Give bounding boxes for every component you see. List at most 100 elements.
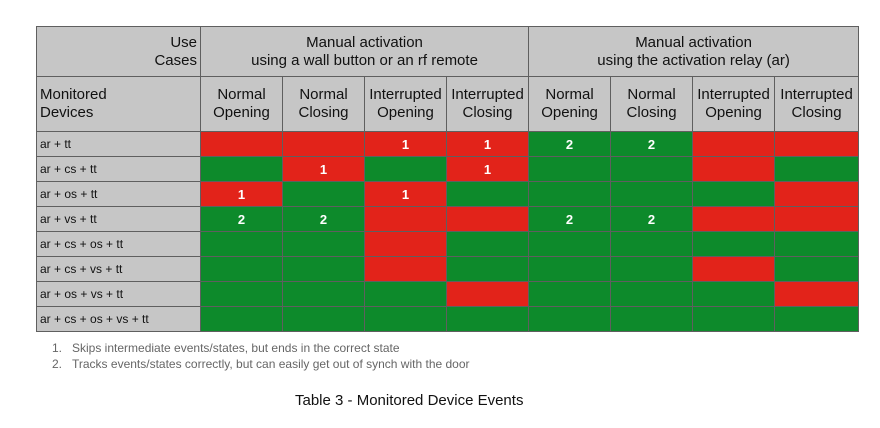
column-header-line2: Opening	[705, 104, 762, 121]
status-cell-green	[364, 306, 447, 332]
status-cell-red	[692, 156, 776, 182]
status-cell-red	[692, 256, 776, 282]
column-header: Interrupted Opening	[364, 76, 447, 132]
status-cell-red: 1	[282, 156, 365, 182]
row-label: ar + cs + tt	[36, 156, 201, 182]
status-cell-green	[528, 256, 612, 282]
status-cell-green	[528, 281, 612, 307]
status-cell-green	[445, 306, 530, 332]
status-cell-green	[692, 281, 776, 307]
status-cell-green	[445, 231, 530, 257]
header-row-groups: Use Cases Manual activation using a wall…	[36, 26, 860, 77]
status-cell-green: 2	[528, 206, 612, 232]
status-cell-red: 1	[445, 156, 530, 182]
column-header: Normal Opening	[528, 76, 612, 132]
table-row: ar + cs + os + vs + tt	[36, 306, 860, 332]
column-header-line2: Closing	[626, 104, 677, 121]
table-row: ar + vs + tt 2 2 2 2	[36, 206, 860, 232]
status-cell-red: 1	[364, 181, 447, 207]
use-cases-header: Use Cases	[36, 26, 201, 77]
status-cell-red	[445, 206, 530, 232]
status-cell-green	[692, 181, 776, 207]
column-header-line1: Normal	[545, 86, 594, 103]
status-cell-green	[692, 306, 776, 332]
status-cell-red	[282, 131, 365, 157]
column-header-line2: Closing	[791, 104, 842, 121]
status-cell-red: 1	[445, 131, 530, 157]
row-label: ar + tt	[36, 131, 201, 157]
status-cell-green: 2	[610, 206, 694, 232]
column-header-line2: Closing	[298, 104, 349, 121]
status-cell-green	[200, 231, 283, 257]
status-cell-red	[364, 256, 447, 282]
status-cell-red: 1	[364, 131, 447, 157]
status-cell-red	[200, 131, 283, 157]
table-row: ar + os + vs + tt	[36, 281, 860, 307]
column-header-line2: Opening	[377, 104, 434, 121]
column-header-line1: Interrupted	[697, 86, 770, 103]
status-cell-red	[692, 206, 776, 232]
status-cell-green	[200, 281, 283, 307]
footnote-text: Tracks events/states correctly, but can …	[72, 357, 470, 371]
status-cell-green	[610, 181, 694, 207]
status-cell-green	[364, 281, 447, 307]
column-header-line2: Closing	[462, 104, 513, 121]
footnote-number: 1.	[52, 341, 63, 355]
status-cell-green	[528, 231, 612, 257]
column-header: Interrupted Opening	[692, 76, 776, 132]
row-label: ar + cs + os + vs + tt	[36, 306, 201, 332]
column-header: Normal Closing	[282, 76, 365, 132]
status-cell-red	[774, 206, 860, 232]
status-cell-green	[610, 156, 694, 182]
table-row: ar + cs + tt 1 1	[36, 156, 860, 182]
column-header-line1: Normal	[299, 86, 348, 103]
status-cell-green	[200, 256, 283, 282]
status-cell-green	[282, 231, 365, 257]
header-row-columns: Monitored Devices Normal Opening Normal Cl…	[36, 76, 860, 132]
group2-line2: using the activation relay (ar)	[597, 51, 790, 69]
status-cell-green	[282, 306, 365, 332]
group2-line1: Manual activation	[635, 33, 752, 51]
status-cell-green	[610, 256, 694, 282]
footnote: 2. Tracks events/states correctly, but ca…	[52, 356, 470, 372]
status-cell-green	[774, 256, 860, 282]
status-cell-green	[445, 256, 530, 282]
column-header-line1: Interrupted	[451, 86, 524, 103]
monitored-device-events-table: Use Cases Manual activation using a wall…	[36, 26, 860, 332]
table-row: ar + os + tt 1 1	[36, 181, 860, 207]
footnotes: 1. Skips intermediate events/states, but …	[52, 340, 470, 372]
column-header: Interrupted Closing	[774, 76, 860, 132]
status-cell-red	[364, 231, 447, 257]
group-header-activation-relay: Manual activation using the activation r…	[528, 26, 860, 77]
column-header-line1: Normal	[217, 86, 266, 103]
status-cell-green	[692, 231, 776, 257]
footnote-text: Skips intermediate events/states, but en…	[72, 341, 400, 355]
status-cell-green	[445, 181, 530, 207]
group-header-wall-button: Manual activation using a wall button or…	[199, 26, 530, 77]
status-cell-green	[610, 281, 694, 307]
group1-line2: using a wall button or an rf remote	[251, 51, 478, 69]
status-cell-green	[774, 231, 860, 257]
row-label: ar + os + tt	[36, 181, 201, 207]
status-cell-green: 2	[200, 206, 283, 232]
status-cell-red	[774, 131, 860, 157]
status-cell-red	[774, 181, 860, 207]
status-cell-red	[445, 281, 530, 307]
column-header-line2: Opening	[213, 104, 270, 121]
column-header: Interrupted Closing	[445, 76, 530, 132]
status-cell-green	[200, 156, 283, 182]
table-row: ar + tt 1 1 2 2	[36, 131, 860, 157]
column-header-line1: Interrupted	[780, 86, 853, 103]
status-cell-red	[774, 281, 860, 307]
status-cell-green	[282, 281, 365, 307]
status-cell-green	[610, 231, 694, 257]
table-row: ar + cs + os + tt	[36, 231, 860, 257]
monitored-devices-header: Monitored Devices	[36, 76, 201, 132]
footnote: 1. Skips intermediate events/states, but …	[52, 340, 470, 356]
status-cell-green: 2	[528, 131, 612, 157]
row-label: ar + os + vs + tt	[36, 281, 201, 307]
status-cell-green	[528, 181, 612, 207]
column-header: Normal Opening	[200, 76, 283, 132]
column-header-line1: Normal	[627, 86, 676, 103]
status-cell-green	[282, 256, 365, 282]
